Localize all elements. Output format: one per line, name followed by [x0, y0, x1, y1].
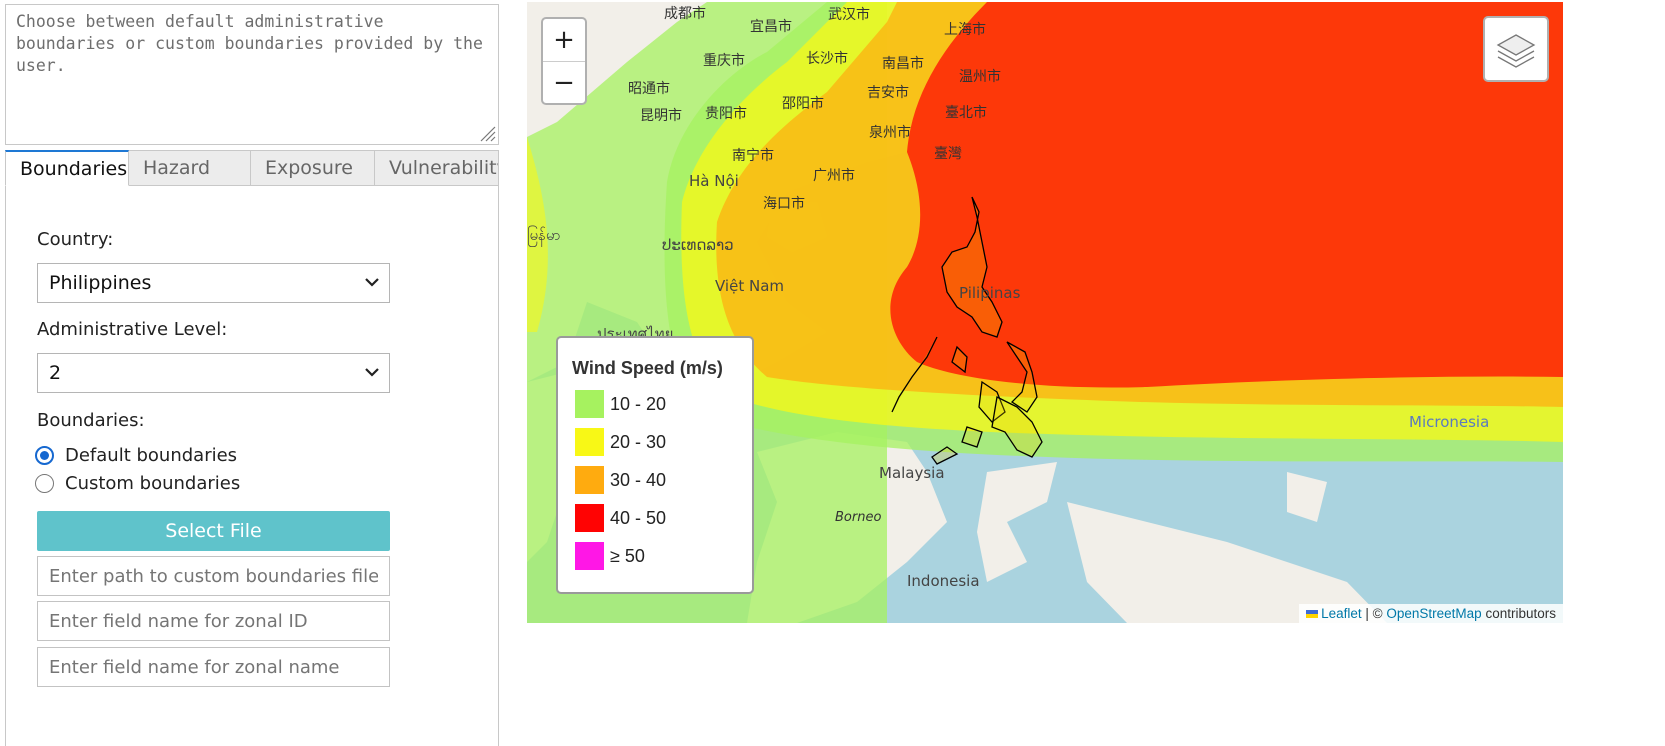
- map-label: Hà Nội: [689, 172, 739, 190]
- admin-level-label: Administrative Level:: [37, 319, 228, 340]
- legend-item: 40 - 50: [575, 504, 666, 532]
- map-label: 昭通市: [628, 81, 670, 97]
- zonal-name-field-input[interactable]: [37, 647, 390, 687]
- legend-label: 30 - 40: [610, 469, 667, 490]
- map-label: 南昌市: [882, 56, 924, 72]
- attribution-separator: | ©: [1365, 606, 1383, 621]
- legend-swatch: [575, 428, 604, 456]
- map-label: မြန်မာ: [527, 226, 561, 244]
- admin-level-select[interactable]: 2: [37, 353, 390, 393]
- attribution-contributors: contributors: [1485, 606, 1556, 621]
- custom-boundaries-path-input[interactable]: [37, 556, 390, 596]
- map-label: ປະເທດລາວ: [662, 236, 734, 254]
- wind-speed-legend: Wind Speed (m/s) 10 - 20 20 - 30 30 - 40…: [556, 336, 754, 594]
- description-text: Choose between default administrative bo…: [16, 12, 483, 75]
- map-label: Indonesia: [907, 572, 980, 590]
- hazard-map[interactable]: 成都市 宜昌市 武汉市 上海市 重庆市 长沙市 南昌市 温州市 昭通市 邵阳市 …: [527, 2, 1563, 623]
- map-label: 昆明市: [640, 108, 682, 124]
- chevron-down-icon: [365, 368, 379, 377]
- map-label: 广州市: [813, 168, 855, 184]
- zonal-id-field-input[interactable]: [37, 601, 390, 641]
- map-label: Borneo: [835, 510, 882, 525]
- legend-item: ≥ 50: [575, 542, 645, 570]
- legend-item: 20 - 30: [575, 428, 666, 456]
- map-label: 贵阳市: [705, 106, 747, 122]
- tab-vulnerability[interactable]: Vulnerability: [375, 150, 499, 186]
- admin-level-value: 2: [49, 362, 62, 384]
- map-attribution: Leaflet | © OpenStreetMap contributors: [1299, 604, 1563, 623]
- legend-item: 30 - 40: [575, 466, 666, 494]
- legend-label: ≥ 50: [610, 545, 645, 566]
- country-label: Country:: [37, 229, 114, 250]
- resize-handle-icon[interactable]: [478, 124, 496, 142]
- legend-label: 40 - 50: [610, 507, 667, 528]
- radio-custom-label: Custom boundaries: [65, 473, 241, 494]
- map-label: 臺北市: [945, 105, 987, 121]
- tab-hazard[interactable]: Hazard: [129, 150, 251, 186]
- map-label: 海口市: [763, 196, 805, 212]
- map-label: Việt Nam: [715, 277, 785, 295]
- zoom-in-button[interactable]: +: [543, 19, 585, 62]
- legend-swatch: [575, 466, 604, 494]
- map-label: 重庆市: [703, 53, 745, 69]
- country-select[interactable]: Philippines: [37, 263, 390, 303]
- boundaries-label: Boundaries:: [37, 410, 145, 431]
- zoom-control: + −: [541, 17, 587, 105]
- leaflet-link[interactable]: Leaflet: [1321, 606, 1362, 621]
- map-label: 武汉市: [828, 7, 870, 23]
- map-label: 成都市: [664, 6, 706, 22]
- zoom-out-button[interactable]: −: [543, 62, 585, 103]
- map-label: 邵阳市: [782, 96, 824, 112]
- legend-title: Wind Speed (m/s): [572, 358, 723, 378]
- legend-swatch: [575, 504, 604, 532]
- tab-bar: Boundaries Hazard Exposure Vulnerability: [5, 150, 499, 186]
- map-label: Malaysia: [879, 464, 945, 482]
- openstreetmap-link[interactable]: OpenStreetMap: [1386, 606, 1481, 621]
- legend-item: 10 - 20: [575, 390, 666, 418]
- map-label: 长沙市: [806, 51, 848, 67]
- ukraine-flag-icon: [1306, 610, 1319, 618]
- legend-swatch: [575, 542, 604, 570]
- radio-checked-icon[interactable]: [35, 446, 54, 465]
- map-label: 南宁市: [732, 148, 774, 164]
- tab-exposure[interactable]: Exposure: [251, 150, 375, 186]
- country-value: Philippines: [49, 272, 152, 294]
- radio-default-label: Default boundaries: [65, 445, 238, 466]
- select-file-button[interactable]: Select File: [37, 511, 390, 551]
- layers-icon: [1496, 34, 1536, 68]
- map-label: 上海市: [944, 22, 986, 38]
- legend-swatch: [575, 390, 604, 418]
- chevron-down-icon: [365, 278, 379, 287]
- map-label: 宜昌市: [750, 19, 792, 35]
- map-label: Micronesia: [1409, 413, 1490, 431]
- radio-unchecked-icon[interactable]: [35, 474, 54, 493]
- map-label: 吉安市: [867, 85, 909, 101]
- legend-label: 10 - 20: [610, 393, 667, 414]
- radio-default-boundaries[interactable]: Default boundaries: [35, 445, 237, 466]
- layers-button[interactable]: [1483, 16, 1549, 82]
- radio-custom-boundaries[interactable]: Custom boundaries: [35, 473, 240, 494]
- map-label: 泉州市: [869, 125, 911, 141]
- map-label: 温州市: [959, 69, 1001, 85]
- map-label: 臺灣: [934, 146, 962, 162]
- tab-boundaries[interactable]: Boundaries: [5, 150, 129, 186]
- map-label: Pilipinas: [959, 284, 1021, 302]
- description-textarea[interactable]: Choose between default administrative bo…: [5, 4, 499, 145]
- legend-label: 20 - 30: [610, 431, 667, 452]
